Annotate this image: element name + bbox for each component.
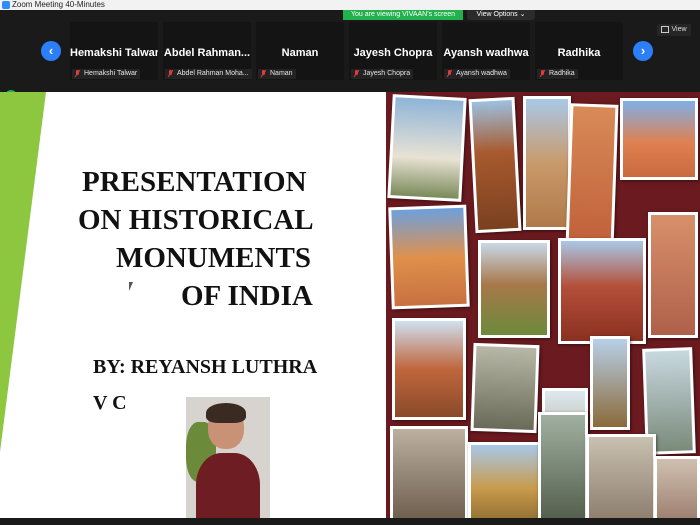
participant-strip: You are viewing VIVAAN's screen View Opt… — [0, 10, 700, 100]
palace-facade-photo — [648, 212, 698, 338]
participant-name: Abdel Rahman... — [163, 47, 251, 59]
participant-label: Radhika — [537, 69, 578, 79]
slide-title-line-4: OF INDIA — [181, 280, 313, 312]
participant-tile[interactable]: Jayesh Chopra Jayesh Chopra — [349, 22, 437, 80]
participant-label: Ayansh wadhwa — [444, 69, 510, 79]
participant-tile[interactable]: Hemakshi Talwar Hemakshi Talwar — [70, 22, 158, 80]
muted-mic-icon — [540, 70, 545, 78]
khajuraho-temple-photo — [478, 240, 550, 338]
previous-participants-button[interactable]: ‹ — [41, 41, 61, 61]
participant-name: Ayansh wadhwa — [443, 47, 529, 59]
window-title: Zoom Meeting 40-Minutes — [12, 0, 105, 9]
shared-screen-slide: PRESENTATION ON HISTORICAL MONUMENTS OF … — [0, 92, 700, 525]
participant-label-text: Naman — [270, 70, 293, 77]
grid-icon — [661, 25, 670, 33]
hawa-mahal-photo — [620, 98, 698, 180]
view-layout-button[interactable]: View — [657, 24, 691, 36]
view-button-label: View — [671, 26, 687, 33]
red-fort-photo — [558, 238, 646, 344]
slide-author: BY: REYANSH LUTHRA — [93, 356, 318, 378]
participant-label: Naman — [258, 69, 296, 79]
participant-name: Hemakshi Talwar — [70, 47, 158, 59]
view-options-button[interactable]: View Options ⌄ — [467, 10, 535, 20]
participant-tile[interactable]: Ayansh wadhwa Ayansh wadhwa — [442, 22, 530, 80]
participant-name: Radhika — [557, 47, 601, 59]
participant-label: Abdel Rahman Moha... — [165, 69, 252, 79]
participant-label-text: Hemakshi Talwar — [84, 70, 138, 77]
slide-green-accent — [0, 92, 46, 452]
participant-label-text: Abdel Rahman Moha... — [177, 70, 249, 77]
qutub-minar-photo — [468, 96, 522, 234]
participant-label-text: Radhika — [549, 70, 575, 77]
slide-class: V C — [93, 392, 127, 414]
mouse-cursor — [129, 282, 133, 291]
elephant-gate-photo — [538, 412, 588, 525]
meeting-controls-bar — [0, 518, 700, 525]
temple-spire-photo — [590, 336, 630, 430]
ruins-photo — [470, 342, 540, 434]
city-palace-photo — [523, 96, 571, 230]
participant-tile[interactable]: Abdel Rahman... Abdel Rahman Moha... — [163, 22, 252, 80]
humayun-tomb-photo — [392, 318, 466, 420]
participant-label-text: Ayansh wadhwa — [456, 70, 507, 77]
hawa-mahal-tower-photo — [565, 103, 619, 249]
arches-photo — [390, 426, 468, 525]
fort-courtyard-photo — [586, 434, 656, 525]
participant-tile[interactable]: Naman Naman — [256, 22, 344, 80]
participant-label: Jayesh Chopra — [351, 69, 414, 79]
screen-share-banner: You are viewing VIVAAN's screen — [343, 10, 463, 20]
monuments-collage — [386, 92, 700, 525]
participant-label: Hemakshi Talwar — [72, 69, 141, 79]
participant-name: Naman — [281, 47, 319, 59]
slide-title-line-1: PRESENTATION — [82, 166, 307, 198]
next-participants-button[interactable]: › — [633, 41, 653, 61]
muted-mic-icon — [447, 70, 452, 78]
window-titlebar: Zoom Meeting 40-Minutes — [0, 0, 700, 10]
presenter-photo — [186, 397, 270, 525]
participant-name: Jayesh Chopra — [353, 47, 433, 59]
muted-mic-icon — [354, 70, 359, 78]
muted-mic-icon — [261, 70, 266, 78]
muted-mic-icon — [168, 70, 173, 78]
slide-title-line-2: ON HISTORICAL — [78, 204, 314, 236]
participant-label-text: Jayesh Chopra — [363, 70, 411, 77]
muted-mic-icon — [75, 70, 80, 78]
stone-monument-photo — [654, 456, 700, 525]
slide-title-line-3: MONUMENTS — [116, 242, 311, 274]
golden-fort-photo — [468, 442, 544, 525]
jaipur-palace-photo — [388, 204, 470, 310]
participant-tile[interactable]: Radhika Radhika — [535, 22, 623, 80]
taj-mahal-photo — [387, 94, 467, 202]
zoom-app-icon — [2, 1, 10, 9]
